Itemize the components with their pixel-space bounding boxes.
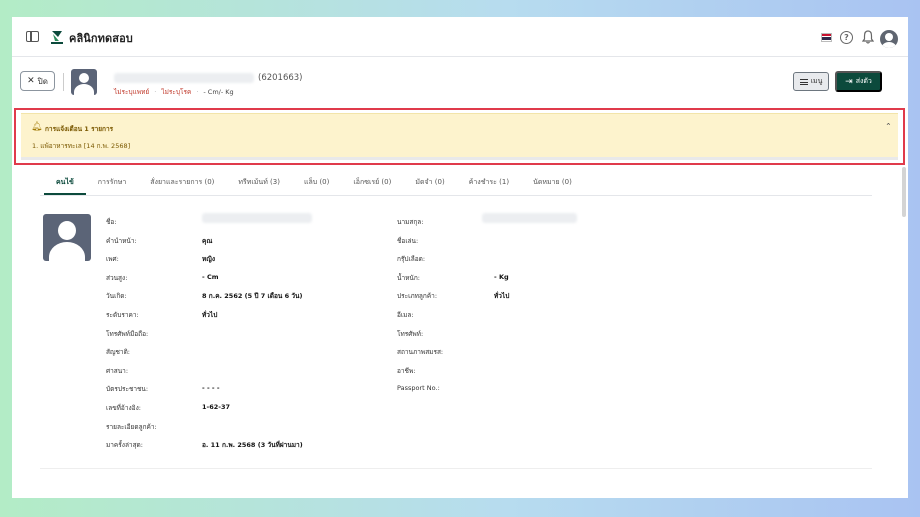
field-label: ส่วนสูง: — [106, 273, 128, 282]
alert-highlight-frame: 🔔︎ การแจ้งเตือน 1 รายการ 1. แพ้อาหารทะเล… — [14, 108, 905, 165]
field-label: นามสกุล: — [397, 218, 424, 226]
patient-avatar — [71, 69, 97, 95]
section-divider — [40, 468, 872, 469]
field-label: คำนำหน้า: — [106, 236, 137, 245]
send-button[interactable]: ⇥ ส่งตัว — [835, 71, 882, 92]
field-value: ทั่วไป — [202, 311, 218, 319]
field-label: เลขที่อ้างอิง: — [106, 404, 141, 412]
app-title: คลินิกทดสอบ — [69, 32, 133, 45]
top-bar: คลินิกทดสอบ ? — [12, 17, 908, 57]
field-value: - Cm — [202, 272, 219, 281]
field-value: อ. 11 ก.พ. 2568 (3 วันที่ผ่านมา) — [202, 441, 303, 450]
field-label: ระดับราคา: — [106, 311, 139, 319]
exit-arrow-icon: ⇥ — [845, 76, 853, 86]
field-value: 8 ก.ค. 2562 (5 ปี 7 เดือน 6 วัน) — [202, 292, 303, 301]
patient-name-redacted — [114, 73, 254, 83]
chevron-up-icon[interactable]: ⌄ — [885, 121, 892, 130]
first-name-redacted — [202, 213, 312, 223]
field-label: โทรศัพท์: — [397, 329, 424, 338]
field-label: อีเมล: — [397, 311, 414, 319]
tab-xray[interactable]: เอ็กซเรย์ (0) — [341, 177, 403, 195]
field-label: สัญชาติ: — [106, 348, 130, 357]
tabs-underline — [40, 195, 872, 196]
menu-button[interactable]: เมนู — [793, 72, 829, 91]
field-label: ชื่อ: — [106, 218, 117, 226]
alert-title: การแจ้งเตือน 1 รายการ — [45, 125, 114, 133]
notification-bell-icon[interactable] — [862, 30, 874, 44]
field-label: สถานภาพสมรส: — [397, 348, 444, 357]
field-label: ศาสนา: — [106, 366, 129, 375]
field-label: ชื่อเล่น: — [397, 236, 419, 245]
thai-flag-icon[interactable] — [821, 33, 832, 42]
tab-appointments[interactable]: นัดหมาย (0) — [521, 177, 584, 195]
alert-shadow — [21, 157, 898, 160]
tab-treatment[interactable]: การรักษา — [86, 177, 138, 195]
close-icon: ✕ — [27, 76, 35, 86]
doctor-tag[interactable]: ไม่ระบุแพทย์ — [114, 87, 149, 97]
field-label: ประเภทลูกค้า: — [397, 292, 438, 301]
scrollbar[interactable] — [902, 167, 906, 217]
tab-treatments-count[interactable]: ทรีทเม้นท์ (3) — [226, 177, 292, 195]
tab-orders[interactable]: สั่งยาและรายการ (0) — [138, 177, 226, 195]
user-avatar[interactable] — [880, 30, 898, 48]
hamburger-icon — [799, 78, 808, 85]
menu-button-label: เมนู — [810, 78, 823, 85]
field-value: หญิง — [202, 255, 215, 264]
divider — [63, 73, 64, 91]
field-label: วันเกิด: — [106, 292, 127, 301]
sidebar-toggle-icon[interactable] — [26, 31, 39, 42]
field-value: 1-62-37 — [202, 403, 231, 411]
field-label: Passport No.: — [397, 384, 440, 393]
close-button-label: ปิด — [37, 76, 48, 86]
field-label: โทรศัพท์มือถือ: — [106, 329, 149, 338]
last-name-redacted — [482, 213, 577, 223]
tab-outstanding[interactable]: ค้างชำระ (1) — [457, 177, 521, 195]
disease-tag[interactable]: ไม่ระบุโรค — [161, 87, 191, 97]
field-label: มาครั้งล่าสุด: — [106, 441, 143, 450]
app-window: คลินิกทดสอบ ? ✕ ปิด (6201663) ไม่ระบุแพท… — [12, 17, 908, 498]
send-button-label: ส่งตัว — [855, 78, 872, 85]
tab-lab[interactable]: แล็บ (0) — [292, 177, 341, 195]
tag-separator: · — [196, 88, 199, 96]
clinic-logo-icon — [51, 31, 63, 44]
tab-bar: คนไข้ การรักษา สั่งยาและรายการ (0) ทรีทเ… — [44, 177, 584, 195]
field-value: - - - - — [202, 384, 220, 393]
tab-deposit[interactable]: มัดจำ (0) — [403, 177, 456, 195]
field-label: กรุ๊ปเลือด: — [397, 255, 426, 264]
field-value: คุณ — [202, 236, 213, 245]
tab-patient[interactable]: คนไข้ — [44, 177, 86, 195]
field-value: - Kg — [494, 272, 509, 281]
field-label: รายละเอียดลูกค้า: — [106, 422, 157, 431]
help-icon[interactable]: ? — [840, 31, 853, 44]
tag-separator: · — [154, 88, 157, 96]
field-value: ทั่วไป — [494, 292, 510, 301]
patient-tags: ไม่ระบุแพทย์ · ไม่ระบุโรค · - Cm/- Kg — [114, 87, 234, 97]
profile-avatar — [43, 214, 91, 261]
alert-item: 1. แพ้อาหารทะเล [14 ก.พ. 2568] — [32, 142, 131, 150]
height-weight-tag: - Cm/- Kg — [203, 88, 234, 96]
field-label: เพศ: — [106, 255, 119, 264]
field-label: อาชีพ: — [397, 366, 416, 375]
field-label: น้ำหนัก: — [397, 273, 420, 282]
alert-bell-icon: 🔔︎ — [31, 122, 43, 132]
close-button[interactable]: ✕ ปิด — [20, 71, 55, 91]
field-label: บัตรประชาชน: — [106, 385, 149, 394]
alert-banner[interactable]: 🔔︎ การแจ้งเตือน 1 รายการ 1. แพ้อาหารทะเล… — [21, 113, 898, 157]
patient-hn: (6201663) — [258, 73, 303, 83]
